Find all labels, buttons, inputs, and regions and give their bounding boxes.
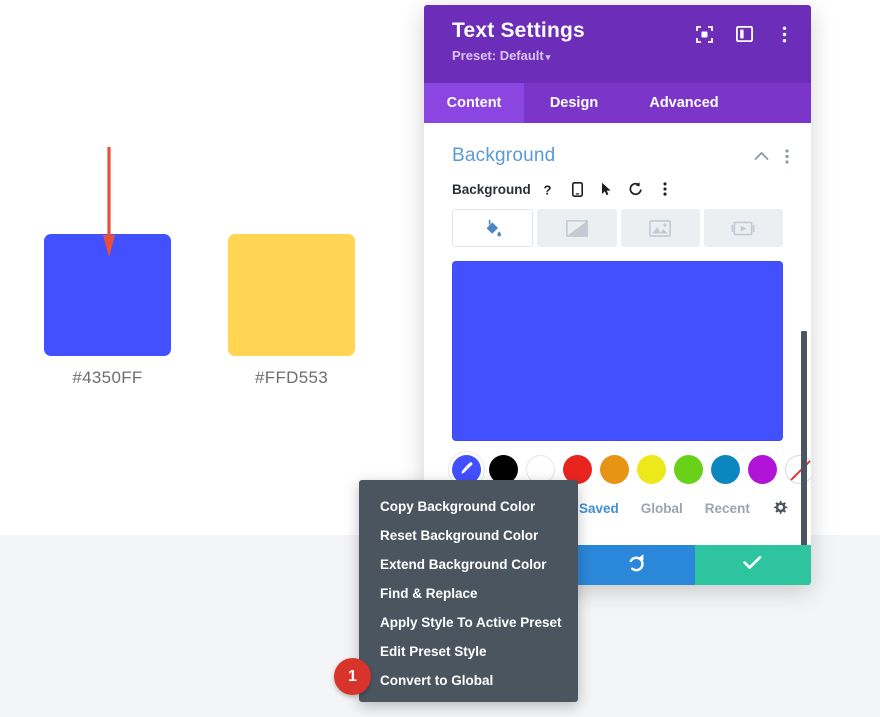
- color-swatch-none[interactable]: [785, 455, 811, 484]
- gear-icon[interactable]: [772, 500, 788, 516]
- save-button[interactable]: [694, 545, 811, 585]
- background-field-row: Background ?: [424, 167, 811, 197]
- color-swatch-purple[interactable]: [748, 455, 777, 484]
- background-field-label: Background: [452, 181, 531, 197]
- background-type-color-fill[interactable]: [452, 209, 534, 247]
- undo-button[interactable]: [578, 545, 695, 585]
- background-type-gradient[interactable]: [537, 209, 617, 247]
- modal-tabbar: Content Design Advanced: [424, 83, 811, 123]
- chevron-up-icon[interactable]: [754, 151, 769, 161]
- tab-design[interactable]: Design: [524, 83, 624, 123]
- background-type-tabs: [424, 197, 811, 247]
- preset-selector[interactable]: Preset: Default ▾: [452, 48, 793, 63]
- color-preview[interactable]: [452, 261, 783, 441]
- section-more-options-icon[interactable]: [785, 148, 789, 164]
- background-type-image[interactable]: [620, 209, 700, 247]
- color-swatch-green[interactable]: [674, 455, 703, 484]
- palette-tab-recent[interactable]: Recent: [705, 501, 750, 516]
- panel-scrollbar[interactable]: [801, 331, 807, 569]
- more-options-icon[interactable]: [775, 25, 793, 43]
- step-badge: 1: [334, 658, 371, 695]
- palette-tab-global[interactable]: Global: [641, 501, 683, 516]
- reset-icon[interactable]: [628, 181, 644, 197]
- swatch-label-yellow: #FFD553: [255, 368, 328, 387]
- tab-advanced[interactable]: Advanced: [624, 83, 744, 123]
- help-icon[interactable]: ?: [541, 181, 557, 197]
- swatch-card-yellow: [228, 234, 355, 356]
- check-icon: [743, 555, 762, 575]
- section-title: Background: [452, 145, 556, 166]
- menu-item-reset-background-color[interactable]: Reset Background Color: [359, 521, 578, 550]
- menu-item-extend-background-color[interactable]: Extend Background Color: [359, 550, 578, 579]
- preset-label: Preset: Default: [452, 48, 544, 63]
- background-context-menu: Copy Background Color Reset Background C…: [359, 480, 578, 702]
- color-swatch-blue[interactable]: [711, 455, 740, 484]
- eyedropper-icon: [460, 461, 473, 479]
- focus-mode-icon[interactable]: [695, 25, 713, 43]
- color-swatch-orange[interactable]: [600, 455, 629, 484]
- background-type-video[interactable]: [703, 209, 783, 247]
- palette-tab-saved[interactable]: Saved: [579, 501, 619, 516]
- split-view-icon[interactable]: [735, 25, 753, 43]
- annotation-arrow-icon: [103, 147, 115, 257]
- menu-item-find-and-replace[interactable]: Find & Replace: [359, 579, 578, 608]
- menu-item-convert-to-global[interactable]: Convert to Global: [359, 666, 578, 695]
- menu-item-edit-preset-style[interactable]: Edit Preset Style: [359, 637, 578, 666]
- svg-text:?: ?: [544, 182, 552, 197]
- tab-content[interactable]: Content: [424, 83, 524, 123]
- header-icon-group: [695, 25, 793, 43]
- chevron-down-icon: ▾: [545, 52, 551, 62]
- field-more-options-icon[interactable]: [657, 181, 673, 197]
- field-icon-group: ?: [541, 181, 673, 197]
- swatch-label-blue: #4350FF: [72, 368, 143, 387]
- menu-item-apply-style-to-active-preset[interactable]: Apply Style To Active Preset: [359, 608, 578, 637]
- background-section-header: Background: [424, 123, 811, 167]
- menu-item-copy-background-color[interactable]: Copy Background Color: [359, 492, 578, 521]
- responsive-icon[interactable]: [570, 181, 586, 197]
- color-swatch-row: [424, 441, 811, 484]
- screenshot-root: #4350FF #FFD553 Text Settings Preset: De…: [0, 0, 880, 717]
- hover-icon[interactable]: [599, 181, 615, 197]
- modal-header: Text Settings Preset: Default ▾: [424, 5, 811, 83]
- redo-icon: [627, 553, 646, 577]
- color-swatch-yellow[interactable]: [637, 455, 666, 484]
